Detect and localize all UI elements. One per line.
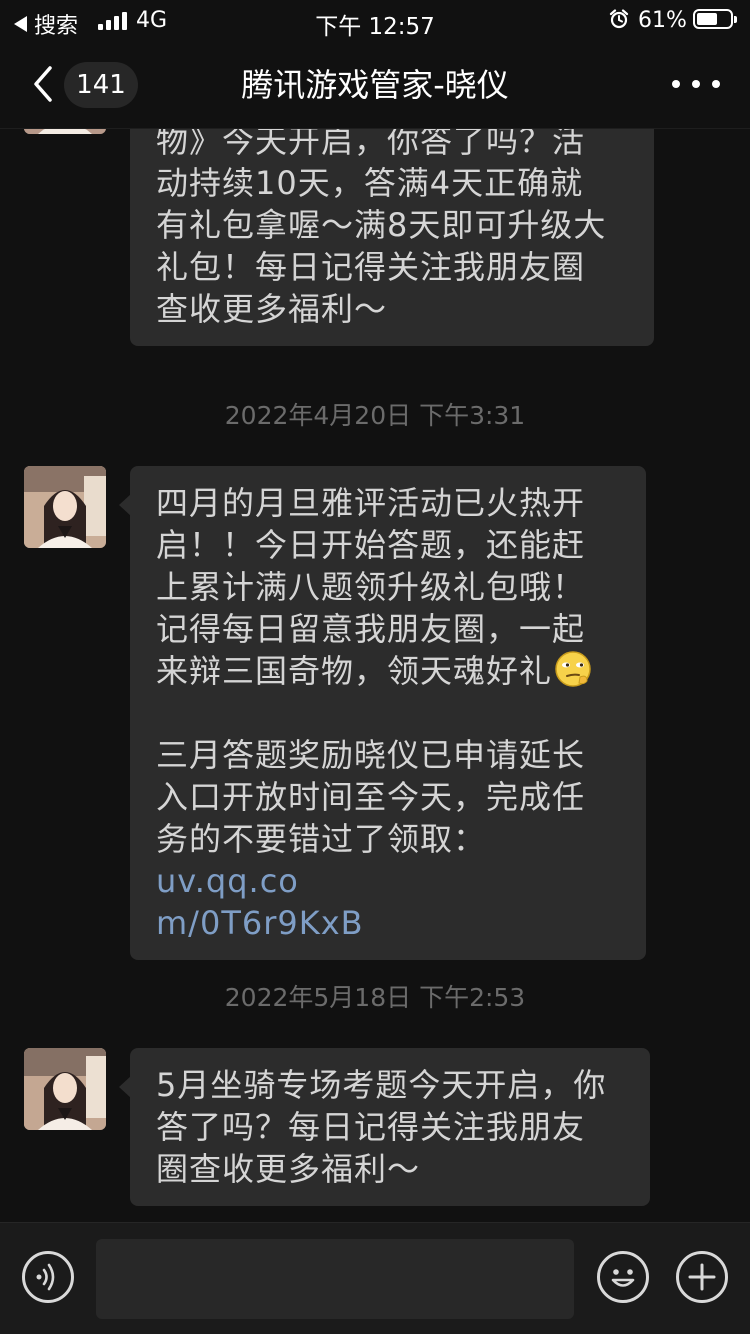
message-line: 四月的月旦雅评活动已火热开 (156, 484, 586, 522)
voice-icon[interactable] (22, 1251, 74, 1303)
message-line: 圈查收更多福利～ (156, 1150, 421, 1188)
message-text: 来辩三国奇物，领天魂好礼 (156, 652, 553, 690)
message-bubble[interactable]: 物》今天开启，你答了吗？活 动持续10天，答满4天正确就 有礼包拿喔～满8天即可… (130, 100, 654, 346)
nav-bar: 141 腾讯游戏管家-晓仪 (0, 40, 750, 129)
message-line: 查收更多福利～ (156, 290, 388, 328)
chat-screen: 物》今天开启，你答了吗？活 动持续10天，答满4天正确就 有礼包拿喔～满8天即可… (0, 0, 750, 1334)
battery-percent: 61% (638, 8, 687, 33)
chat-title: 腾讯游戏管家-晓仪 (241, 66, 509, 104)
unread-count-badge[interactable]: 141 (64, 62, 138, 108)
message-line: 答了吗？每日记得关注我朋友 (156, 1108, 586, 1146)
message-line: 有礼包拿喔～满8天即可升级大 (156, 206, 607, 244)
battery-icon (693, 9, 737, 29)
contact-avatar[interactable] (24, 466, 106, 548)
message-line: 记得每日留意我朋友圈，一起 (156, 610, 586, 648)
message-line: 入口开放时间至今天，完成任 (156, 778, 586, 816)
message-line: 上累计满八题领升级礼包哦！ (156, 568, 586, 606)
message-line: m/0T6r9KxB (156, 902, 622, 944)
contact-avatar[interactable] (24, 1048, 106, 1130)
message-link[interactable]: m/0T6r9KxB (156, 904, 364, 942)
alarm-icon (609, 9, 629, 29)
chevron-left-icon[interactable] (30, 64, 58, 104)
message-timestamp: 2022年4月20日 下午3:31 (224, 401, 526, 430)
bubble-tail (119, 494, 131, 516)
plus-icon[interactable] (676, 1251, 728, 1303)
message-line: 5月坐骑专场考题今天开启，你 (156, 1066, 607, 1104)
message-bubble[interactable]: 5月坐骑专场考题今天开启，你 答了吗？每日记得关注我朋友 圈查收更多福利～ (119, 1048, 650, 1206)
message-input[interactable] (96, 1239, 574, 1319)
message-line: 动持续10天，答满4天正确就 (156, 164, 584, 202)
message-line: 启！！今日开始答题，还能赶 (156, 526, 586, 564)
battery-fill (697, 13, 717, 25)
message-line: 礼包！每日记得关注我朋友圈 (156, 248, 586, 286)
input-bar (0, 1222, 750, 1334)
message-line: 务的不要错过了领取： uv.qq.co (156, 818, 622, 902)
status-bar: 搜索 4G 下午 12:57 61% (0, 0, 750, 40)
chat-message-list[interactable]: 物》今天开启，你答了吗？活 动持续10天，答满4天正确就 有礼包拿喔～满8天即可… (0, 0, 750, 1222)
message-bubble[interactable]: 四月的月旦雅评活动已火热开 启！！今日开始答题，还能赶 上累计满八题领升级礼包哦… (119, 466, 646, 960)
message-link[interactable]: uv.qq.co (156, 862, 299, 900)
message-line: 来辩三国奇物，领天魂好礼 (156, 650, 622, 692)
message-line: 三月答题奖励晓仪已申请延长 (156, 736, 586, 774)
bubble-tail (119, 1076, 131, 1098)
more-dots-icon[interactable] (672, 78, 720, 90)
smirk-emoji-icon (554, 650, 592, 688)
message-text: 务的不要错过了领取： (156, 820, 487, 858)
emoji-icon[interactable] (597, 1251, 649, 1303)
message-timestamp: 2022年5月18日 下午2:53 (224, 983, 526, 1012)
